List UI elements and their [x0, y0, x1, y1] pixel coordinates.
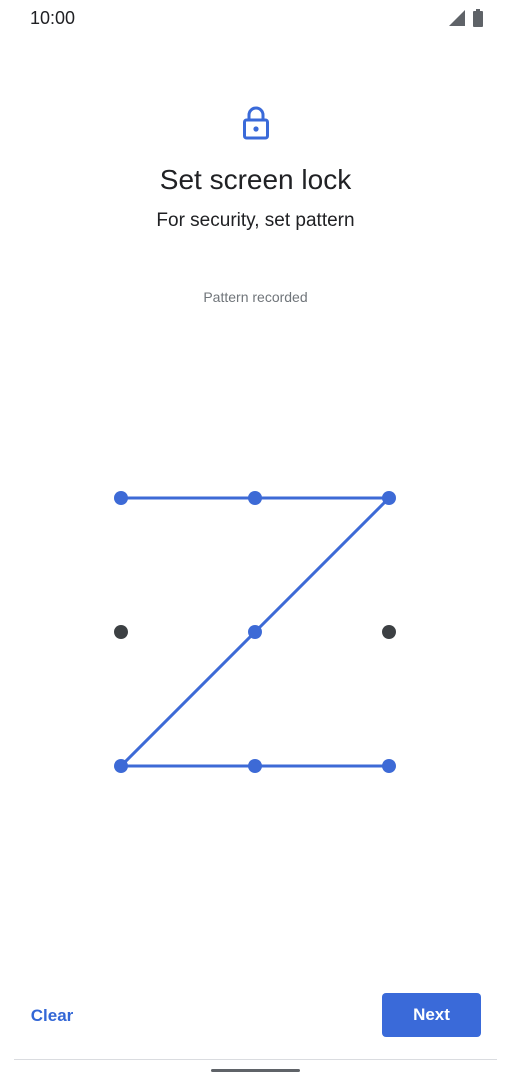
pattern-dot-5[interactable]	[248, 625, 262, 639]
next-button[interactable]: Next	[382, 993, 481, 1037]
gesture-handle[interactable]	[211, 1069, 300, 1072]
pattern-dot-1[interactable]	[114, 491, 128, 505]
pattern-dot-2[interactable]	[248, 491, 262, 505]
pattern-dot-8[interactable]	[248, 759, 262, 773]
pattern-dot-4[interactable]	[114, 625, 128, 639]
pattern-dot-9[interactable]	[382, 759, 396, 773]
clear-button[interactable]: Clear	[16, 994, 88, 1038]
pattern-dot-6[interactable]	[382, 625, 396, 639]
nav-divider	[14, 1059, 497, 1060]
pattern-dot-3[interactable]	[382, 491, 396, 505]
pattern-grid[interactable]	[0, 0, 511, 1080]
pattern-dot-7[interactable]	[114, 759, 128, 773]
